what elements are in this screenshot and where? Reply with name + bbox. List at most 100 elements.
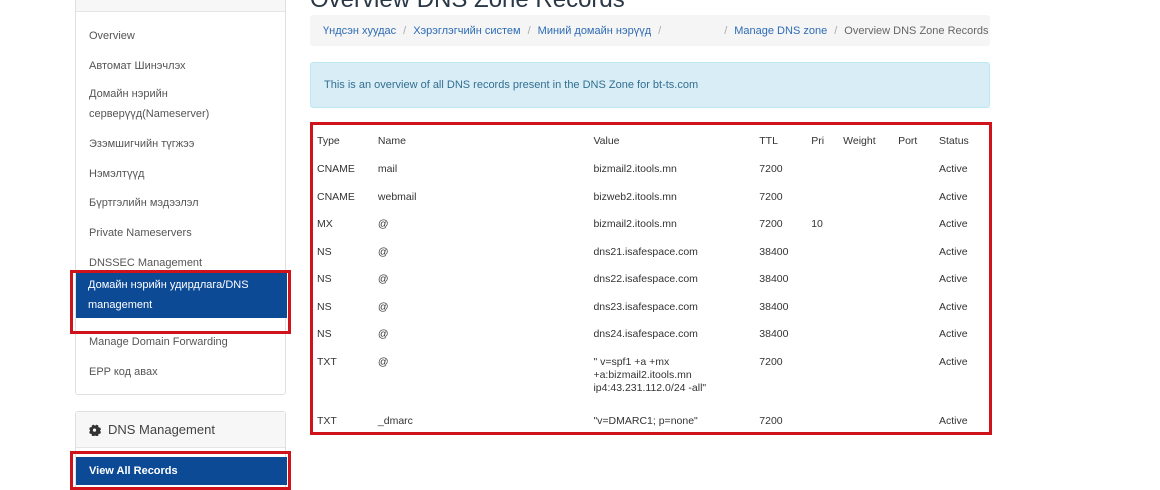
sidebar-item-nameservers[interactable]: Домайн нэрийн серверүүд(Nameserver) (89, 84, 279, 124)
cell-type: CNAME (317, 190, 355, 203)
cell-pri (811, 265, 843, 293)
breadcrumb-separator: / (403, 24, 407, 37)
cell-pri (811, 320, 843, 348)
cell-type: NS (317, 273, 332, 285)
cell-type: NS (317, 300, 332, 313)
cell-weight (843, 320, 898, 348)
cell-ttl: 7200 (759, 190, 783, 203)
sidebar-item-dns-management[interactable]: Домайн нэрийн удирдлага/DNS management (76, 272, 287, 318)
cell-weight (843, 238, 898, 266)
cell-name: @ (377, 300, 389, 313)
sidebar-item-epp-code[interactable]: EPP код авах (89, 362, 279, 382)
sidebar-item-addons[interactable]: Нэмэлтүүд (89, 164, 279, 184)
cell-value: bizmail2.itools.mn (593, 218, 677, 230)
cell-port (898, 238, 939, 266)
cell-name: @ (377, 328, 389, 340)
sidebar-item-contact-info[interactable]: Бүртгэлийн мэдээлэл (89, 193, 279, 213)
cell-port (898, 293, 939, 321)
cell-value: bizmail2.itools.mn (593, 163, 677, 175)
cell-port (898, 407, 939, 435)
cell-ttl: 7200 (759, 218, 783, 230)
cell-value: dns21.isafespace.com (593, 245, 698, 258)
cell-ttl: 7200 (759, 414, 783, 427)
column-header-name: Name (377, 135, 406, 147)
cell-type: TXT (317, 355, 337, 368)
sidebar-item-domain-forwarding[interactable]: Manage Domain Forwarding (89, 332, 279, 352)
cell-pri (811, 407, 843, 435)
table-row: NS @ dns23.isafespace.com 38400 Active (317, 293, 989, 321)
breadcrumb-current: Overview DNS Zone Records (844, 24, 989, 37)
cell-value: "v=DMARC1; p=none" (593, 414, 698, 427)
cell-weight (843, 183, 898, 211)
cell-type: CNAME (317, 163, 355, 175)
domain-sidebar-panel: Overview Автомат Шинэчлэх Домайн нэрийн … (75, 0, 287, 395)
cell-weight (843, 348, 898, 407)
cell-port (898, 210, 939, 238)
sidebar-item-overview[interactable]: Overview (89, 26, 279, 46)
table-row: NS @ dns24.isafespace.com 38400 Active (317, 320, 989, 348)
cell-type: TXT (317, 414, 337, 427)
cell-port (898, 320, 939, 348)
breadcrumb-home[interactable]: Үндсэн хуудас (323, 25, 396, 37)
table-row: CNAME mail bizmail2.itools.mn 7200 Activ… (317, 155, 989, 183)
info-alert: This is an overview of all DNS records p… (310, 62, 990, 108)
cell-name: @ (377, 273, 389, 285)
column-header-pri: Pri (811, 135, 825, 147)
column-header-weight: Weight (843, 135, 876, 147)
cell-value: bizweb2.itools.mn (593, 190, 677, 203)
cell-status: Active (939, 163, 968, 175)
dns-panel-header: DNS Management (76, 412, 285, 448)
dns-records-table: Type Name Value TTL Pri Weight Port Stat… (317, 127, 989, 434)
sidebar-panel-header (76, 0, 285, 12)
cell-ttl: 38400 (759, 328, 789, 340)
breadcrumb-separator: / (834, 24, 838, 37)
breadcrumb-my-domains[interactable]: Миний домайн нэрүүд (538, 25, 651, 37)
breadcrumb-manage-dns-zone[interactable]: Manage DNS zone (734, 25, 827, 37)
cell-ttl: 38400 (759, 245, 789, 258)
cell-value: " v=spf1 +a +mx +a:bizmail2.itools.mn ip… (593, 355, 707, 394)
dns-panel-title: DNS Management (88, 422, 215, 437)
cell-pri (811, 155, 843, 183)
cell-name: mail (377, 163, 398, 175)
cell-status: Active (939, 414, 968, 427)
dns-management-panel: DNS Management View All Records (75, 411, 287, 490)
gear-icon (89, 424, 101, 436)
cell-value: dns24.isafespace.com (593, 328, 698, 340)
cell-name: _dmarc (377, 414, 413, 427)
table-row: NS @ dns22.isafespace.com 38400 Active (317, 265, 989, 293)
cell-status: Active (939, 355, 968, 368)
cell-type: MX (317, 218, 333, 230)
cell-name: @ (377, 245, 389, 258)
table-row: MX @ bizmail2.itools.mn 7200 10 Active (317, 210, 989, 238)
cell-name: webmail (377, 190, 417, 203)
cell-pri: 10 (811, 218, 823, 230)
column-header-status: Status (939, 135, 969, 147)
cell-ttl: 7200 (759, 163, 783, 175)
cell-status: Active (939, 190, 968, 203)
breadcrumb-separator: / (527, 24, 531, 37)
cell-pri (811, 293, 843, 321)
cell-ttl: 38400 (759, 273, 789, 285)
cell-pri (811, 238, 843, 266)
cell-ttl: 7200 (759, 355, 783, 368)
sidebar-item-private-nameservers[interactable]: Private Nameservers (89, 223, 279, 243)
cell-type: NS (317, 328, 332, 340)
breadcrumb: Үндсэн хуудас / Хэрэглэгчийн систем / Ми… (310, 15, 990, 46)
sidebar-item-dnssec[interactable]: DNSSEC Management (89, 253, 279, 273)
dns-records-table-container: Type Name Value TTL Pri Weight Port Stat… (310, 122, 992, 435)
cell-weight (843, 265, 898, 293)
page-title: Overview DNS Zone Records (310, 0, 625, 14)
cell-port (898, 155, 939, 183)
sidebar-item-registrar-lock[interactable]: Эзэмшигчийн түгжээ (89, 134, 279, 154)
cell-status: Active (939, 245, 968, 258)
table-row: TXT @ " v=spf1 +a +mx +a:bizmail2.itools… (317, 348, 989, 407)
cell-type: NS (317, 245, 332, 258)
sidebar-item-auto-renew[interactable]: Автомат Шинэчлэх (89, 56, 279, 76)
cell-status: Active (939, 218, 968, 230)
breadcrumb-client-area[interactable]: Хэрэглэгчийн систем (413, 25, 520, 37)
table-row: TXT _dmarc "v=DMARC1; p=none" 7200 Activ… (317, 407, 989, 435)
column-header-type: Type (317, 135, 340, 147)
view-all-records-button[interactable]: View All Records (76, 457, 287, 485)
cell-weight (843, 407, 898, 435)
cell-weight (843, 293, 898, 321)
